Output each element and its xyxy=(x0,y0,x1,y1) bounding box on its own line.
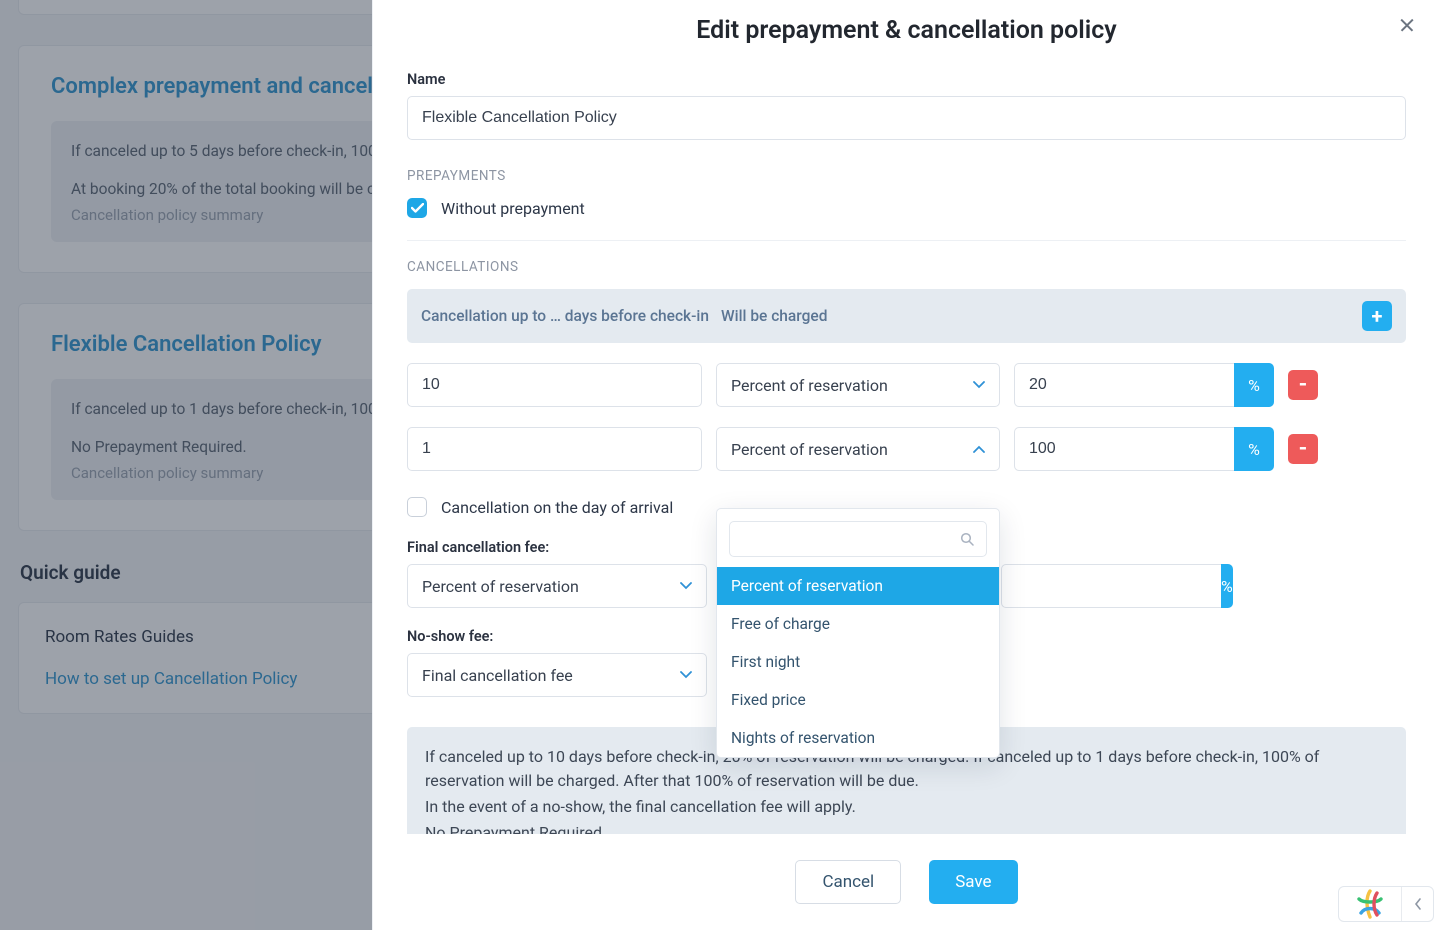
col-charged-label: Will be charged xyxy=(721,307,1352,325)
charge-type-value: Percent of reservation xyxy=(731,376,888,395)
edit-policy-modal: Edit prepayment & cancellation policy Na… xyxy=(372,0,1440,930)
close-icon[interactable] xyxy=(1396,14,1418,36)
prepayments-heading: PREPAYMENTS xyxy=(407,168,1406,184)
col-days-label: Cancellation up to … days before check-i… xyxy=(421,307,721,325)
chevron-down-icon xyxy=(973,381,985,389)
divider xyxy=(407,240,1406,241)
cancellations-heading: CANCELLATIONS xyxy=(407,259,1406,275)
save-button[interactable]: Save xyxy=(929,860,1017,904)
dropdown-search-input[interactable] xyxy=(729,521,987,557)
minus-icon: - xyxy=(1299,438,1308,460)
final-fee-type-select[interactable]: Percent of reservation xyxy=(407,564,707,608)
widget-toggle[interactable] xyxy=(1401,887,1433,921)
cancellation-table-header: Cancellation up to … days before check-i… xyxy=(407,289,1406,343)
amount-input[interactable] xyxy=(1014,363,1234,407)
minus-icon: - xyxy=(1299,374,1308,396)
charge-type-value: Percent of reservation xyxy=(731,440,888,459)
chevron-left-icon xyxy=(1414,898,1422,910)
final-fee-type-value: Percent of reservation xyxy=(422,577,579,596)
dropdown-option[interactable]: First night xyxy=(717,643,999,681)
name-label: Name xyxy=(407,71,1406,88)
days-input[interactable] xyxy=(407,427,702,471)
summary-line: In the event of a no-show, the final can… xyxy=(425,795,1388,819)
dropdown-option[interactable]: Nights of reservation xyxy=(717,719,999,757)
cancel-button[interactable]: Cancel xyxy=(795,860,901,904)
unit-badge: % xyxy=(1234,427,1274,471)
noshow-fee-value: Final cancellation fee xyxy=(422,666,573,685)
search-icon xyxy=(960,532,974,546)
arrival-day-checkbox[interactable] xyxy=(407,497,427,517)
remove-rule-button[interactable]: - xyxy=(1288,434,1318,464)
help-widget[interactable] xyxy=(1338,886,1434,922)
chevron-up-icon xyxy=(973,445,985,453)
policy-name-input[interactable] xyxy=(407,96,1406,140)
unit-badge: % xyxy=(1234,363,1274,407)
chevron-down-icon xyxy=(680,582,692,590)
cancellation-rule-row: Percent of reservation % - xyxy=(407,363,1406,407)
final-fee-amount-input[interactable] xyxy=(1001,564,1221,608)
without-prepayment-checkbox[interactable] xyxy=(407,198,427,218)
charge-type-dropdown: Percent of reservation Free of charge Fi… xyxy=(716,508,1000,758)
amount-input[interactable] xyxy=(1014,427,1234,471)
charge-type-select[interactable]: Percent of reservation xyxy=(716,363,1000,407)
remove-rule-button[interactable]: - xyxy=(1288,370,1318,400)
dropdown-option[interactable]: Fixed price xyxy=(717,681,999,719)
cancellation-rule-row: Percent of reservation % - xyxy=(407,427,1406,471)
widget-logo-icon xyxy=(1339,887,1401,921)
dropdown-option[interactable]: Free of charge xyxy=(717,605,999,643)
chevron-down-icon xyxy=(680,671,692,679)
charge-type-select[interactable]: Percent of reservation xyxy=(716,427,1000,471)
unit-badge: % xyxy=(1221,564,1233,608)
arrival-day-label: Cancellation on the day of arrival xyxy=(441,498,673,517)
without-prepayment-label: Without prepayment xyxy=(441,199,585,218)
days-input[interactable] xyxy=(407,363,702,407)
plus-icon: + xyxy=(1372,304,1383,328)
add-rule-button[interactable]: + xyxy=(1362,301,1392,331)
modal-title: Edit prepayment & cancellation policy xyxy=(393,16,1420,45)
modal-footer: Cancel Save xyxy=(373,834,1440,930)
dropdown-option[interactable]: Percent of reservation xyxy=(717,567,999,605)
noshow-fee-select[interactable]: Final cancellation fee xyxy=(407,653,707,697)
summary-line: No Prepayment Required. xyxy=(425,821,1388,834)
